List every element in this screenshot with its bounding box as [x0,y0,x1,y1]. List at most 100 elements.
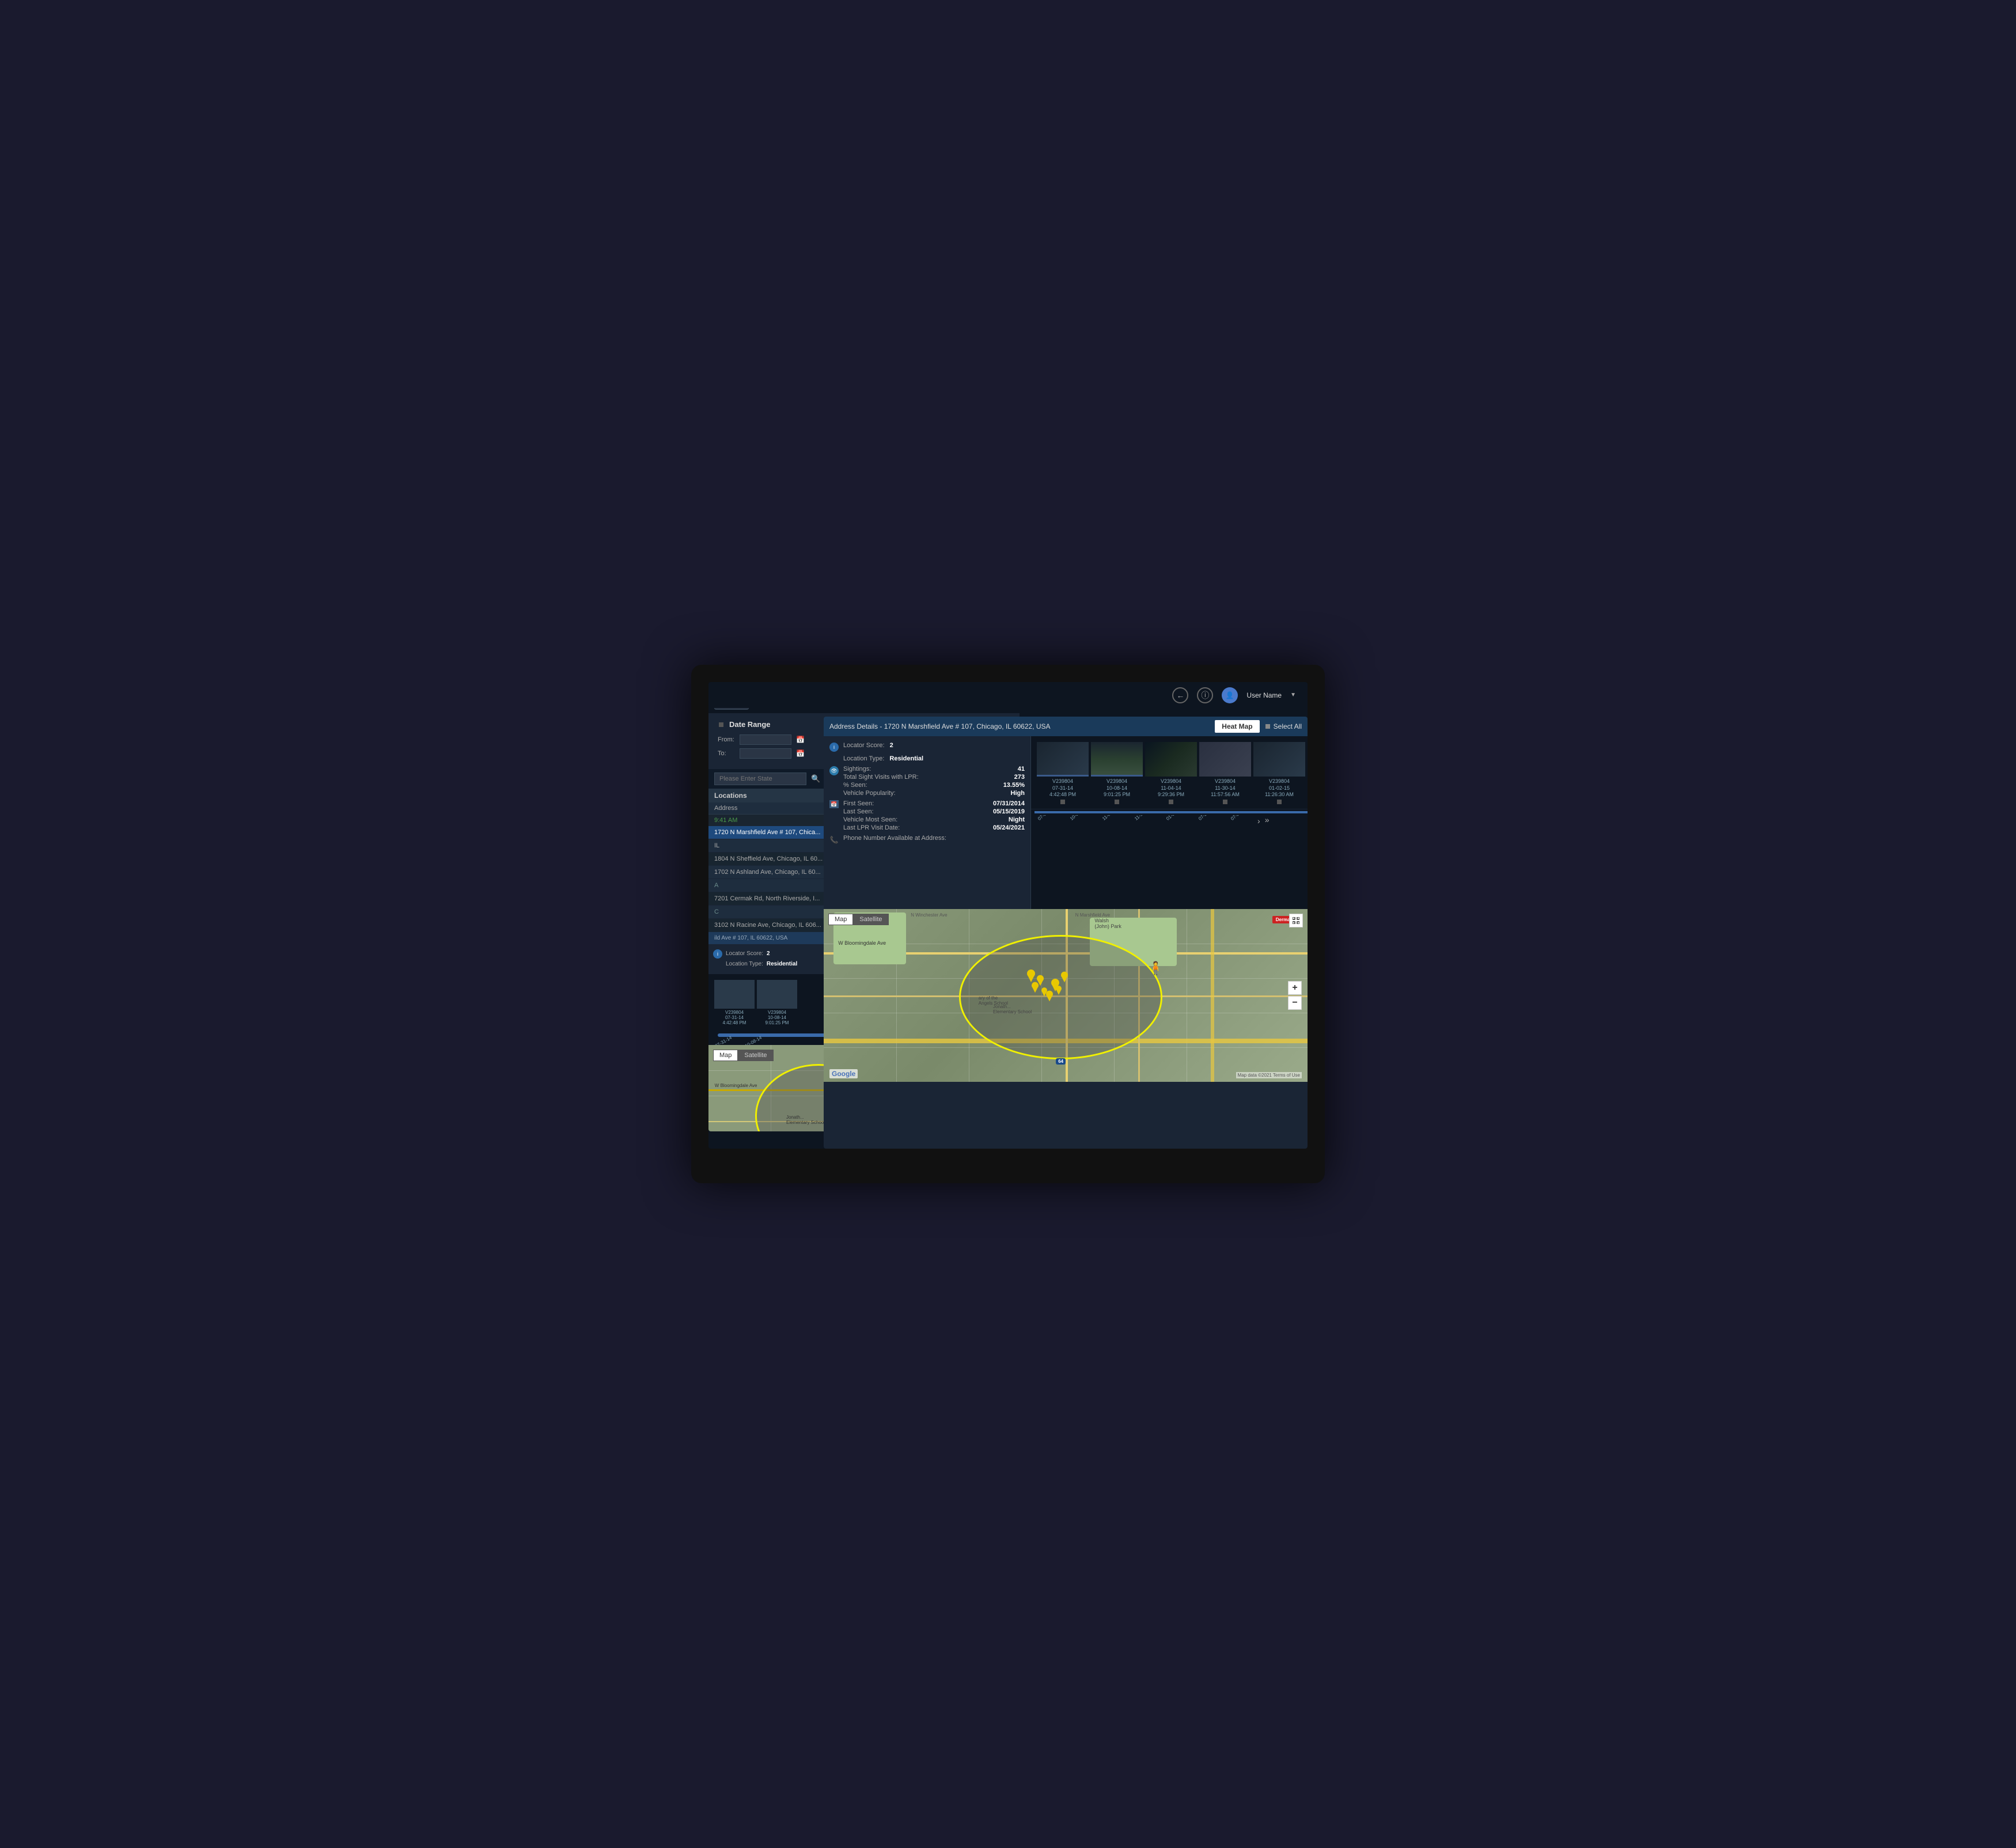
dates-row: 📅 First Seen: 07/31/2014 Last Seen: 05/1… [829,800,1025,831]
details-panel: i Locator Score: 2 Location Type: Reside… [824,736,1031,909]
photo-thumb-2 [1091,742,1143,777]
user-name-label[interactable]: User Name [1246,691,1282,699]
pin-7 [1046,990,1053,1005]
photo-item-4[interactable]: V23980411-30-1411:57:56 AM [1199,742,1251,805]
tl-label-7: 07-27-15 [1230,815,1247,821]
photo-checkbox-3[interactable] [1169,800,1173,804]
main-map-tab-map[interactable]: Map [828,914,853,925]
photo-checkbox-4[interactable] [1223,800,1227,804]
last-seen-line: Last Seen: 05/15/2019 [843,808,1025,815]
timeline-labels-row: 07-31-14 10-08-14 11-04-14 11-30-14 01-0… [1034,815,1308,828]
header-controls: Heat Map Select All [1215,720,1302,733]
from-label: From: [718,736,735,743]
photo-checkbox-2[interactable] [1115,800,1119,804]
locator-score-value: 2 [890,742,893,749]
main-map-zoom-in[interactable]: + [1288,981,1302,995]
photo-checkbox-1[interactable] [1060,800,1065,804]
date-range-title: First Seen: Date Range [718,720,805,729]
calendar-from-icon[interactable]: 📅 [796,736,805,744]
photo-thumb-4 [1199,742,1251,777]
map-label-bloomingdale: W Bloomingdale Ave [838,940,886,946]
main-map-section: Dermato 🧍 W Bloomingdale Ave Walsh(John)… [824,909,1308,1082]
locator-info-icon: i [829,743,839,752]
photo-item-2[interactable]: V23980410-08-149:01:25 PM [1091,742,1143,805]
vehicle-pop-value: High [1011,790,1025,797]
main-map-toggle: Map Satellite [828,914,889,925]
route-64-badge: 64 [1056,1058,1066,1065]
back-button[interactable]: ← [1172,687,1188,703]
photo-item-5[interactable]: V23980401-02-1511:26:30 AM [1253,742,1305,805]
main-road-v3 [1211,909,1214,1082]
photo-thumb-5 [1253,742,1305,777]
map-label-winchester: N Winchester Ave [911,912,947,918]
phone-row: 📞 Phone Number Available at Address: [829,835,1025,845]
main-map-tab-satellite[interactable]: Satellite [853,914,888,925]
tl-label-3: 11-04-14 [1101,815,1119,821]
dates-content: First Seen: 07/31/2014 Last Seen: 05/15/… [843,800,1025,831]
from-date-input[interactable] [740,734,791,745]
calendar-icon: 📅 [829,800,839,808]
info-button[interactable]: ⓘ [1197,687,1213,703]
tl-last-arrow[interactable]: » [1265,815,1270,824]
map-fullscreen-button[interactable] [1289,914,1303,927]
total-sight-label: Total Sight Visits with LPR: [843,774,919,781]
bg-photo-2[interactable]: V23980410-08-149:01:25 PM [757,980,797,1025]
photo-item-3[interactable]: V23980411-04-149:29:36 PM [1145,742,1197,805]
state-search-icon[interactable]: 🔍 [811,774,820,783]
map-label-school-2: Jonath...Elementary School [993,1004,1032,1014]
sightings-line: Sightings: 41 [843,766,1025,772]
photo-thumb-3 [1145,742,1197,777]
checkbox-icon[interactable] [719,722,723,727]
monitor-screen: ← ⓘ 👤 User Name ▼ IL 🔍 🕐 [708,682,1308,1149]
monitor-bezel: ← ⓘ 👤 User Name ▼ IL 🔍 🕐 [691,665,1325,1183]
details-photos-row: i Locator Score: 2 Location Type: Reside… [824,736,1308,909]
select-all-label: Select All [1274,722,1302,730]
map-label-marshfield: N Marshfield Ave [1075,912,1110,918]
sightings-value: 41 [1018,766,1025,772]
bg-map-tab-satellite[interactable]: Satellite [738,1050,773,1061]
main-map-attribution: Map data ©2021 Terms of Use [1236,1072,1302,1078]
photo-item-1[interactable]: V23980407-31-144:42:48 PM [1037,742,1089,805]
phone-content: Phone Number Available at Address: [843,835,1025,842]
user-dropdown-arrow[interactable]: ▼ [1290,692,1296,698]
to-date-row: To: 📅 [718,748,805,759]
last-lpr-value: 05/24/2021 [993,824,1025,831]
bg-map-tab-map[interactable]: Map [713,1050,738,1061]
pin-6 [1056,985,1062,998]
photo-thumb-1 [1037,742,1089,777]
user-avatar: 👤 [1222,687,1238,703]
bg-photo-1[interactable]: V23980407-31-144:42:48 PM [714,980,755,1025]
to-date-input[interactable] [740,748,791,759]
photo-label-2: V23980410-08-149:01:25 PM [1091,778,1143,798]
tl-next-arrow[interactable]: › [1257,816,1260,825]
bg-photo-thumb-1 [714,980,755,1009]
calendar-to-icon[interactable]: 📅 [796,749,805,758]
last-seen-label: Last Seen: [843,808,874,815]
location-type-value: Residential [889,755,923,762]
percent-seen-line: % Seen: 13.55% [843,782,1025,789]
select-all-checkbox[interactable] [1265,724,1270,729]
vehicle-most-seen-label: Vehicle Most Seen: [843,816,897,823]
tl-label-2: 10-08-14 [1069,815,1086,821]
vehicle-most-seen-line: Vehicle Most Seen: Night [843,816,1025,823]
heat-map-button[interactable]: Heat Map [1215,720,1259,733]
first-seen-value: 07/31/2014 [993,800,1025,807]
photo-label-5: V23980401-02-1511:26:30 AM [1253,778,1305,798]
vehicle-most-seen-value: Night [1009,816,1025,823]
timeline-progress-bar [1034,811,1308,813]
photo-checkbox-5[interactable] [1277,800,1282,804]
sightings-label: Sightings: [843,766,871,772]
bg-info-icon: i [713,949,722,959]
sightings-content: Sightings: 41 Total Sight Visits with LP… [843,766,1025,797]
phone-icon: 📞 [829,835,839,845]
main-google-logo: Google [829,1069,858,1078]
photo-label-1: V23980407-31-144:42:48 PM [1037,778,1089,798]
photo-label-3: V23980411-04-149:29:36 PM [1145,778,1197,798]
state-input[interactable] [714,772,806,785]
tl-label-6: 07-21-15 [1198,815,1215,821]
photos-row: V23980407-31-144:42:48 PM V23980410-08-1… [1033,739,1308,809]
main-header: Address Details - 1720 N Marshfield Ave … [824,717,1308,736]
main-map-zoom-out[interactable]: − [1288,996,1302,1010]
location-type-row: Location Type: Residential [829,755,1025,762]
sightings-row: 👁 Sightings: 41 Total Sight Visits with … [829,766,1025,797]
